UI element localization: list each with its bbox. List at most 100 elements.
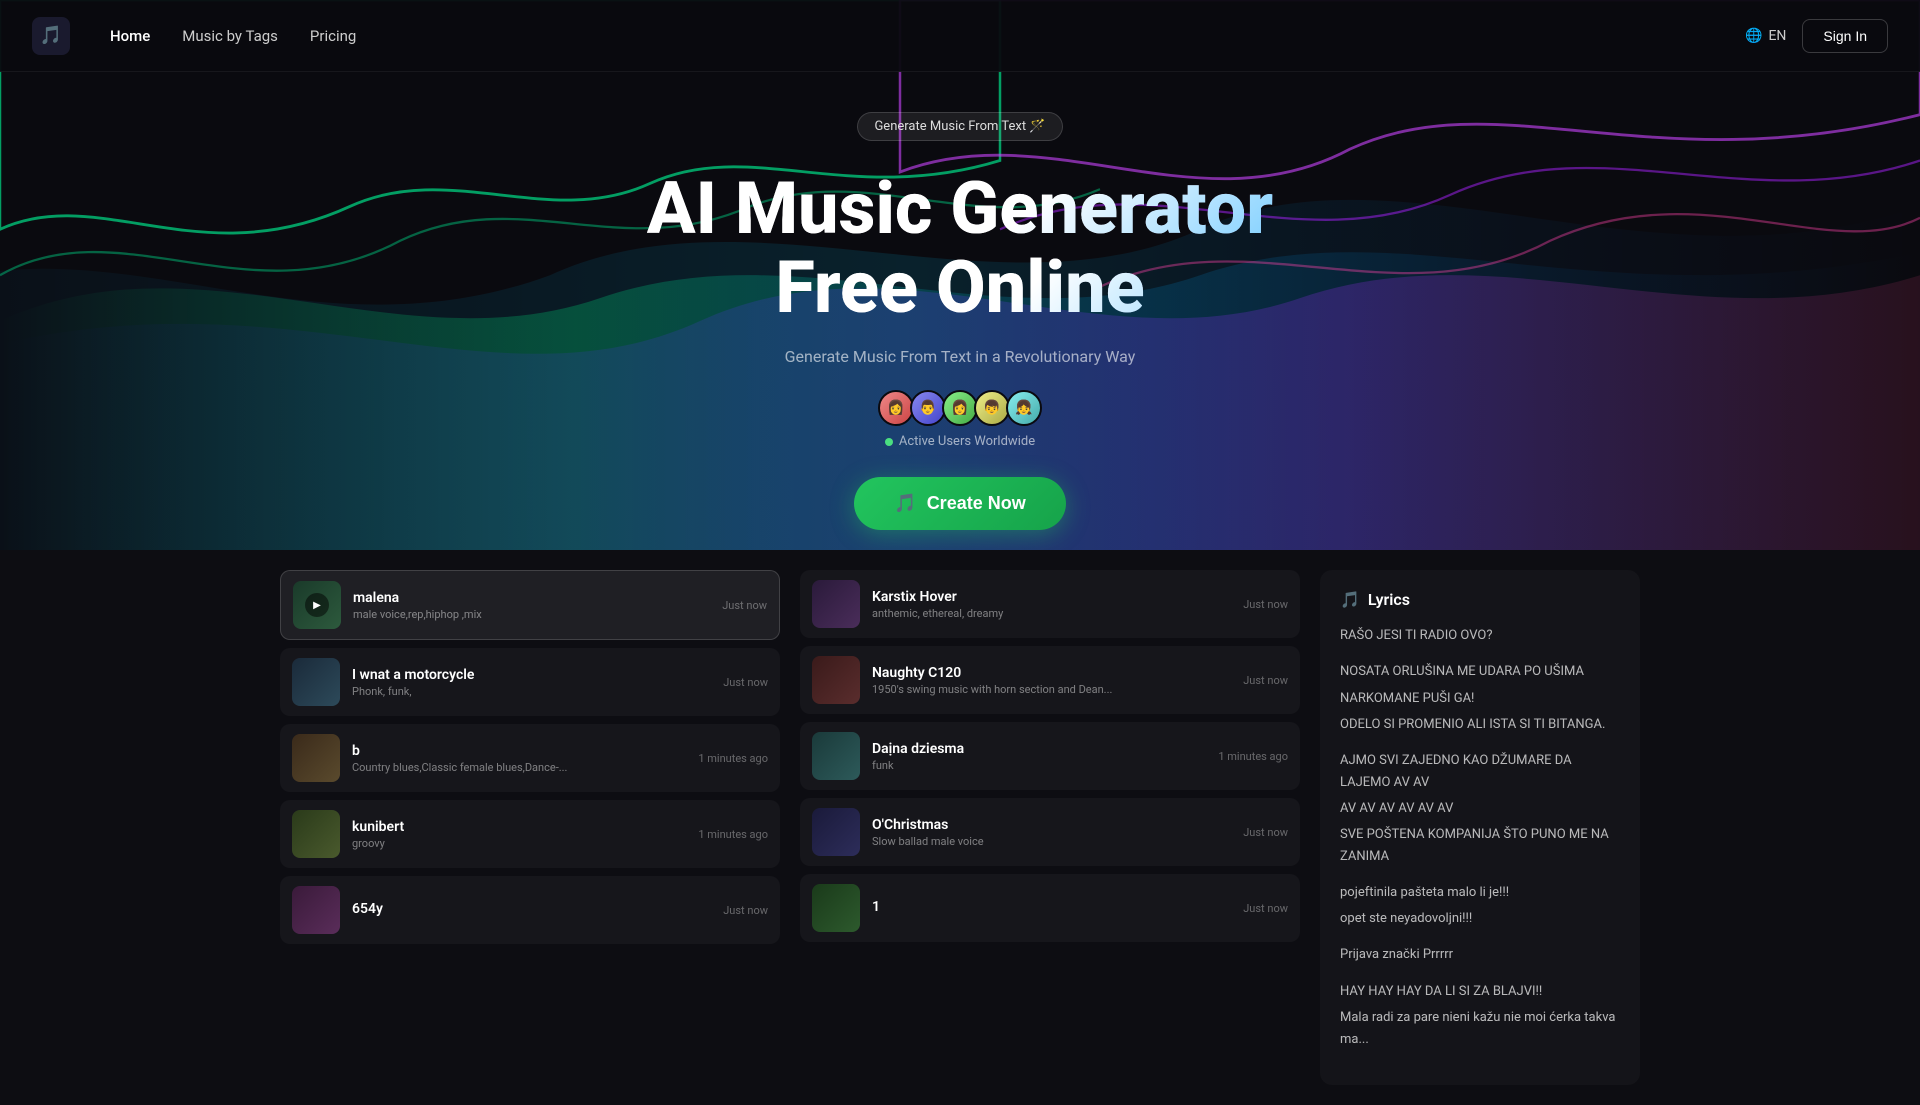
lyrics-stanza: RAŠO JESI TI RADIO OVO? — [1340, 625, 1620, 647]
lyrics-panel: 🎵 Lyrics RAŠO JESI TI RADIO OVO? NOSATA O… — [1320, 570, 1640, 1084]
song-info: b Country blues,Classic female blues,Dan… — [352, 743, 686, 774]
song-column-left: ▶ malena male voice,rep,hiphop ,mix Just… — [280, 570, 780, 1084]
hero-avatars: 👩 👨 👩 👦 👧 — [647, 390, 1273, 426]
active-users-label: Active Users Worldwide — [899, 434, 1035, 449]
song-item[interactable]: b Country blues,Classic female blues,Dan… — [280, 724, 780, 792]
song-info: Naughty C120 1950's swing music with hor… — [872, 665, 1231, 696]
hero-badge[interactable]: Generate Music From Text 🪄 — [857, 112, 1062, 141]
hero-section: Generate Music From Text 🪄 AI Music Gene… — [0, 0, 1920, 550]
active-users-row: Active Users Worldwide — [647, 434, 1273, 449]
logo[interactable]: 🎵 — [32, 17, 70, 55]
song-item[interactable]: kunibert groovy 1 minutes ago — [280, 800, 780, 868]
song-tags: funk — [872, 759, 1206, 772]
lyrics-line: NOSATA ORLUŠINA ME UDARA PO UŠIMA — [1340, 661, 1620, 683]
lyrics-stanza: pojeftinila pašteta malo li je!!!opet st… — [1340, 882, 1620, 930]
song-item[interactable]: ▶ malena male voice,rep,hiphop ,mix Just… — [280, 570, 780, 640]
sign-in-button[interactable]: Sign In — [1802, 19, 1888, 53]
song-item[interactable]: I wnat a motorcycle Phonk, funk, Just no… — [280, 648, 780, 716]
song-thumbnail — [812, 732, 860, 780]
song-item[interactable]: O'Christmas Slow ballad male voice Just … — [800, 798, 1300, 866]
lyrics-stanza: HAY HAY HAY DA LI SI ZA BLAJVI!! Mala rad… — [1340, 981, 1620, 1051]
avatar: 👦 — [974, 390, 1010, 426]
song-info: O'Christmas Slow ballad male voice — [872, 817, 1231, 848]
lyrics-title: Lyrics — [1368, 590, 1410, 609]
song-time: Just now — [1243, 826, 1288, 839]
song-time: 1 minutes ago — [698, 828, 768, 841]
song-info: 1 — [872, 899, 1231, 917]
song-info: Daịna dziesma funk — [872, 741, 1206, 772]
song-info: I wnat a motorcycle Phonk, funk, — [352, 667, 711, 698]
song-title: I wnat a motorcycle — [352, 667, 711, 683]
lyrics-line: AJMO SVI ZAJEDNO KAO DŽUMARE DA LAJEMO A… — [1340, 750, 1620, 794]
active-indicator — [885, 438, 893, 446]
song-time: Just now — [1243, 674, 1288, 687]
navbar: 🎵 Home Music by Tags Pricing 🌐 EN Sign I… — [0, 0, 1920, 72]
hero-content: Generate Music From Text 🪄 AI Music Gene… — [627, 72, 1293, 550]
song-time: 1 minutes ago — [1218, 750, 1288, 763]
play-icon: ▶ — [305, 593, 329, 617]
song-thumbnail — [292, 886, 340, 934]
nav-home[interactable]: Home — [110, 27, 150, 45]
song-info: malena male voice,rep,hiphop ,mix — [353, 590, 710, 621]
song-tags: Slow ballad male voice — [872, 835, 1231, 848]
lyrics-line: NARKOMANE PUŠI GA! — [1340, 688, 1620, 710]
hero-subtitle: Generate Music From Text in a Revolution… — [647, 347, 1273, 366]
hero-title-line1: AI Music Generator — [647, 169, 1273, 248]
song-time: Just now — [1243, 902, 1288, 915]
hero-title-line2: Free Online — [647, 248, 1273, 327]
lyrics-icon: 🎵 — [1340, 590, 1360, 609]
hero-title: AI Music Generator Free Online — [647, 169, 1273, 327]
lyrics-stanza: NOSATA ORLUŠINA ME UDARA PO UŠIMA NARKOMA… — [1340, 661, 1620, 735]
lyrics-line: HAY HAY HAY DA LI SI ZA BLAJVI!! — [1340, 981, 1620, 1003]
create-now-button[interactable]: 🎵 Create Now — [854, 477, 1065, 530]
lyrics-line: Prijava znački Prrrrr — [1340, 944, 1620, 966]
lyrics-stanza: AJMO SVI ZAJEDNO KAO DŽUMARE DA LAJEMO A… — [1340, 750, 1620, 868]
song-time: Just now — [723, 904, 768, 917]
song-title: malena — [353, 590, 710, 606]
song-thumbnail: ▶ — [293, 581, 341, 629]
song-title: Naughty C120 — [872, 665, 1231, 681]
globe-icon: 🌐 — [1745, 28, 1762, 44]
song-info: kunibert groovy — [352, 819, 686, 850]
create-btn-label: Create Now — [927, 493, 1026, 514]
avatar: 👨 — [910, 390, 946, 426]
song-time: Just now — [722, 599, 767, 612]
nav-links: Home Music by Tags Pricing — [110, 27, 1745, 45]
song-tags: groovy — [352, 837, 686, 850]
lyrics-line: Mala radi za pare nieni kažu nie moi ćer… — [1340, 1007, 1620, 1051]
avatar: 👩 — [942, 390, 978, 426]
song-tags: male voice,rep,hiphop ,mix — [353, 608, 710, 621]
song-item[interactable]: Naughty C120 1950's swing music with hor… — [800, 646, 1300, 714]
avatar: 👧 — [1006, 390, 1042, 426]
main-content: ▶ malena male voice,rep,hiphop ,mix Just… — [0, 550, 1920, 1104]
song-tags: 1950's swing music with horn section and… — [872, 683, 1231, 696]
song-item[interactable]: Daịna dziesma funk 1 minutes ago — [800, 722, 1300, 790]
lyrics-text: RAŠO JESI TI RADIO OVO? NOSATA ORLUŠINA M… — [1340, 625, 1620, 1050]
song-thumbnail — [812, 884, 860, 932]
logo-icon: 🎵 — [32, 17, 70, 55]
avatar: 👩 — [878, 390, 914, 426]
lyrics-line: RAŠO JESI TI RADIO OVO? — [1340, 625, 1620, 647]
nav-music-by-tags[interactable]: Music by Tags — [182, 27, 278, 45]
nav-right: 🌐 EN Sign In — [1745, 19, 1888, 53]
song-title: Karstix Hover — [872, 589, 1231, 605]
music-note-icon: 🎵 — [894, 493, 916, 514]
song-column-right: Karstix Hover anthemic, ethereal, dreamy… — [800, 570, 1300, 1084]
song-title: Daịna dziesma — [872, 741, 1206, 757]
language-selector[interactable]: 🌐 EN — [1745, 28, 1786, 44]
song-thumbnail — [812, 808, 860, 856]
lyrics-header: 🎵 Lyrics — [1340, 590, 1620, 609]
song-tags: Phonk, funk, — [352, 685, 711, 698]
song-thumbnail — [292, 810, 340, 858]
song-item[interactable]: Karstix Hover anthemic, ethereal, dreamy… — [800, 570, 1300, 638]
song-thumbnail — [812, 656, 860, 704]
lyrics-line: ODELO SI PROMENIO ALI ISTA SI TI BITANGA… — [1340, 714, 1620, 736]
song-tags: anthemic, ethereal, dreamy — [872, 607, 1231, 620]
song-thumbnail — [292, 658, 340, 706]
song-item[interactable]: 654y Just now — [280, 876, 780, 944]
song-thumbnail — [812, 580, 860, 628]
song-time: Just now — [723, 676, 768, 689]
nav-pricing[interactable]: Pricing — [310, 27, 356, 45]
song-item[interactable]: 1 Just now — [800, 874, 1300, 942]
lyrics-line: pojeftinila pašteta malo li je!!! — [1340, 882, 1620, 904]
